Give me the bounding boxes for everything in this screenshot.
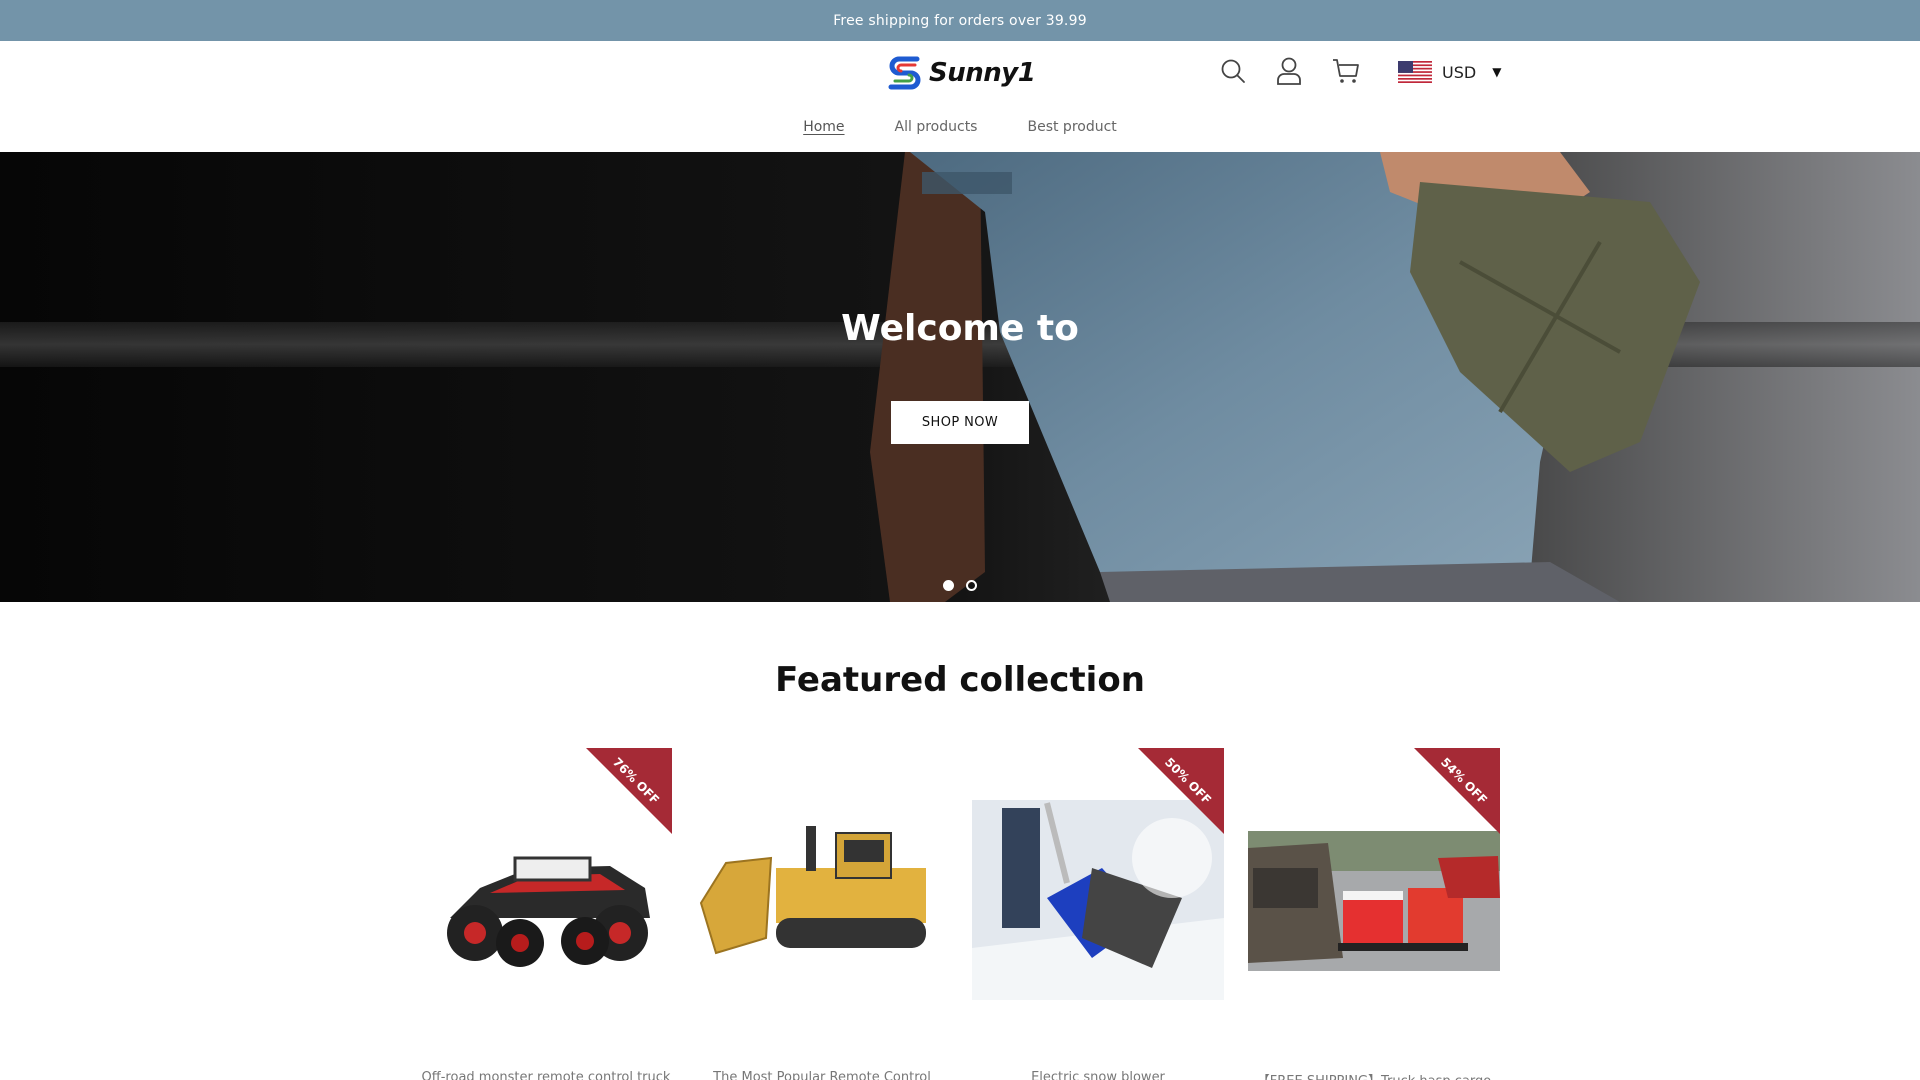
product-image: 54% OFF [1248, 748, 1500, 1048]
hero-image [0, 152, 1920, 602]
product-card[interactable]: 76% OFF Off-road monster remote control … [420, 748, 672, 1080]
search-icon[interactable] [1218, 56, 1248, 86]
announcement-text: Free shipping for orders over 39.99 [833, 12, 1087, 29]
product-image: 76% OFF [420, 748, 672, 1048]
slideshow-dots [0, 580, 1920, 591]
hero-slideshow: Welcome to SHOP NOW [0, 152, 1920, 602]
main-nav: Home All products Best product [0, 119, 1920, 135]
product-name[interactable]: Off-road monster remote control truck [400, 1070, 692, 1080]
shop-now-button[interactable]: SHOP NOW [891, 401, 1029, 444]
nav-item-all-products[interactable]: All products [895, 119, 978, 135]
cart-icon[interactable] [1331, 56, 1361, 86]
slide-dot-1[interactable] [943, 580, 954, 591]
product-card[interactable]: 50% OFF Electric snow blower [972, 748, 1224, 1080]
currency-selector[interactable]: USD ▼ [1398, 59, 1501, 85]
account-icon[interactable] [1274, 56, 1304, 86]
product-image: 50% OFF [972, 748, 1224, 1048]
product-name[interactable]: Electric snow blower [952, 1070, 1244, 1080]
currency-label: USD [1442, 62, 1477, 82]
slide-dot-2[interactable] [966, 580, 977, 591]
brand-name: Sunny1 [929, 58, 1036, 88]
chevron-down-icon: ▼ [1492, 65, 1502, 79]
nav-item-home[interactable]: Home [803, 119, 844, 135]
product-card[interactable]: 54% OFF 【FREE SHIPPING】Truck hasp cargo [1248, 748, 1500, 1080]
featured-collection-title: Featured collection [775, 660, 1145, 700]
brand-logo[interactable]: Sunny1 [885, 51, 1036, 95]
discount-badge: 76% OFF [586, 748, 672, 834]
product-name[interactable]: The Most Popular Remote Control [676, 1070, 968, 1080]
product-name[interactable]: 【FREE SHIPPING】Truck hasp cargo [1228, 1070, 1520, 1080]
product-card[interactable]: The Most Popular Remote Control [696, 748, 948, 1080]
logo-mark-icon [888, 56, 921, 90]
us-flag-icon [1398, 61, 1432, 83]
product-image [696, 748, 948, 1048]
discount-badge: 50% OFF [1138, 748, 1224, 834]
site-header: Sunny1 USD ▼ Home All products Best prod… [0, 41, 1920, 152]
nav-item-best-product[interactable]: Best product [1027, 119, 1116, 135]
hero-title: Welcome to [841, 308, 1079, 349]
announcement-bar: Free shipping for orders over 39.99 [0, 0, 1920, 41]
discount-badge: 54% OFF [1414, 748, 1500, 834]
